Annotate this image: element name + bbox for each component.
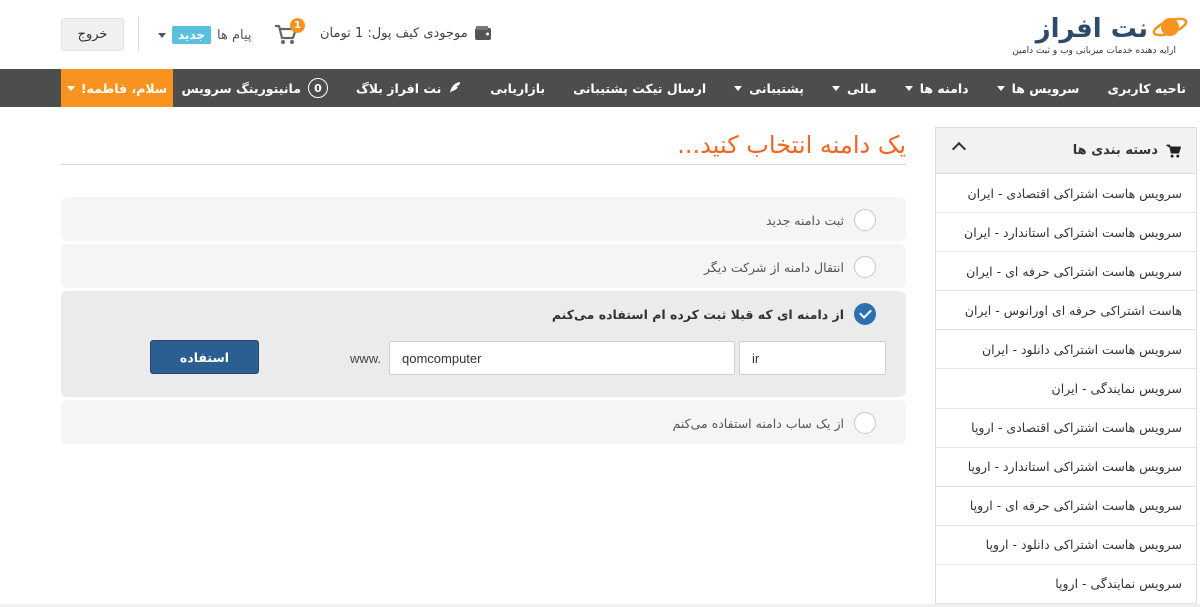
new-messages-badge: جدید bbox=[172, 26, 212, 44]
category-item[interactable]: سرویس هاست اشتراکی حرفه ای - اروپا bbox=[936, 487, 1196, 526]
nav-label: بازاریابی bbox=[490, 80, 546, 96]
nav-item-support[interactable]: پشتیبانی bbox=[720, 69, 818, 107]
chevron-down-icon bbox=[831, 85, 840, 91]
nav-item-affiliates[interactable]: بازاریابی bbox=[476, 69, 559, 107]
radio-register-domain[interactable] bbox=[854, 209, 876, 231]
nav-label: مالی bbox=[846, 80, 877, 96]
greeting-label: سلام، فاطمه! bbox=[80, 80, 168, 96]
wallet-label: موجودی کیف پول: 1 تومان bbox=[320, 25, 468, 41]
sidebar-title: دسته بندی ها bbox=[1072, 143, 1158, 158]
category-item[interactable]: سرویس هاست اشتراکی اقتصادی - ایران bbox=[936, 174, 1196, 214]
nav-label: نت افراز بلاگ bbox=[355, 80, 442, 96]
radio-own-domain-checked[interactable] bbox=[854, 303, 876, 325]
option-transfer-domain[interactable]: انتقال دامنه از شرکت دیگر bbox=[61, 244, 906, 288]
title-divider bbox=[61, 164, 906, 165]
nav-item-open-ticket[interactable]: ارسال تیکت پشتیبانی bbox=[559, 69, 720, 107]
monitoring-count-badge: 0 bbox=[307, 78, 328, 98]
chevron-down-icon bbox=[158, 32, 166, 38]
chevron-up-icon[interactable] bbox=[951, 141, 967, 157]
nav-item-client-area[interactable]: ناحیه کاربری bbox=[1093, 69, 1200, 107]
nav-label: ارسال تیکت پشتیبانی bbox=[573, 80, 707, 96]
wallet-balance[interactable]: موجودی کیف پول: 1 تومان bbox=[320, 25, 492, 41]
tld-input[interactable] bbox=[739, 341, 886, 375]
nav-label: ناحیه کاربری bbox=[1107, 80, 1186, 96]
category-item[interactable]: سرویس هاست اشتراکی دانلود - اروپا bbox=[936, 526, 1196, 565]
nav-item-billing[interactable]: مالی bbox=[818, 69, 891, 107]
cart-icon bbox=[1166, 144, 1181, 158]
nav-item-service-monitoring[interactable]: 0 مانیتورینگ سرویس bbox=[167, 69, 342, 107]
cart-button[interactable]: 1 bbox=[274, 18, 305, 46]
domain-name-input[interactable] bbox=[389, 341, 735, 375]
category-item[interactable]: سرویس هاست اشتراکی اقتصادی - اروپا bbox=[936, 409, 1196, 448]
nav-item-blog[interactable]: نت افراز بلاگ bbox=[342, 69, 476, 107]
messages-dropdown[interactable]: پیام ها جدید bbox=[158, 24, 252, 46]
nav-label: سرویس ها bbox=[1011, 80, 1080, 96]
messages-label: پیام ها bbox=[217, 27, 252, 43]
option-label: انتقال دامنه از شرکت دیگر bbox=[704, 259, 844, 275]
sidebar-header[interactable]: دسته بندی ها bbox=[936, 128, 1196, 174]
category-item[interactable]: سرویس نمایندگی - اروپا bbox=[936, 565, 1196, 605]
planet-logo-icon bbox=[1152, 17, 1188, 37]
option-label: ثبت دامنه جدید bbox=[765, 212, 844, 228]
category-item[interactable]: سرویس هاست اشتراکی استاندارد - اروپا bbox=[936, 448, 1196, 487]
feather-icon bbox=[450, 82, 461, 93]
category-item[interactable]: هاست اشتراکی حرفه ای اورانوس - ایران bbox=[936, 291, 1196, 331]
wallet-icon bbox=[474, 26, 491, 40]
account-menu-button[interactable]: سلام، فاطمه! bbox=[61, 69, 173, 107]
main-navbar: ناحیه کاربری سرویس ها دامنه ها مالی پشتی… bbox=[0, 69, 1200, 107]
category-item[interactable]: سرویس نمایندگی - ایران bbox=[936, 369, 1196, 409]
option-label: از دامنه ای که قبلا ثبت کرده ام استفاده … bbox=[551, 306, 844, 322]
site-logo[interactable]: نت افراز ارایه دهنده خدمات میزبانی وب و … bbox=[1008, 10, 1188, 58]
radio-subdomain[interactable] bbox=[854, 412, 876, 434]
category-item[interactable]: سرویس هاست اشتراکی حرفه ای - ایران bbox=[936, 252, 1196, 292]
option-label: از یک ساب دامنه استفاده می‌کنم bbox=[672, 415, 844, 431]
header-divider bbox=[138, 17, 139, 52]
option-subdomain[interactable]: از یک ساب دامنه استفاده می‌کنم bbox=[61, 400, 906, 444]
www-prefix-label: www. bbox=[350, 351, 382, 366]
chevron-down-icon bbox=[66, 85, 75, 91]
categories-sidebar: دسته بندی ها سرویس هاست اشتراکی اقتصادی … bbox=[935, 127, 1197, 607]
category-item[interactable]: سرویس هاست اشتراکی دانلود - ایران bbox=[936, 330, 1196, 370]
radio-transfer-domain[interactable] bbox=[854, 256, 876, 278]
chevron-down-icon bbox=[996, 85, 1005, 91]
chevron-down-icon bbox=[904, 85, 913, 91]
category-list: سرویس هاست اشتراکی اقتصادی - ایران سرویس… bbox=[936, 174, 1196, 605]
nav-item-domains[interactable]: دامنه ها bbox=[891, 69, 983, 107]
category-item[interactable]: سرویس هاست اشتراکی استاندارد - ایران bbox=[936, 213, 1196, 253]
use-domain-button[interactable]: استفاده bbox=[150, 340, 259, 374]
chevron-down-icon bbox=[734, 85, 743, 91]
page-title: یک دامنه انتخاب کنید... bbox=[677, 131, 906, 159]
site-header: نت افراز ارایه دهنده خدمات میزبانی وب و … bbox=[0, 0, 1200, 69]
option-register-domain[interactable]: ثبت دامنه جدید bbox=[61, 197, 906, 241]
cart-count-badge: 1 bbox=[290, 18, 305, 33]
nav-item-services[interactable]: سرویس ها bbox=[983, 69, 1094, 107]
logo-subtitle: ارایه دهنده خدمات میزبانی وب و ثبت دامین bbox=[1012, 46, 1176, 56]
logout-button[interactable]: خروج bbox=[61, 18, 124, 51]
nav-label: مانیتورینگ سرویس bbox=[181, 80, 301, 96]
nav-label: دامنه ها bbox=[919, 80, 969, 96]
nav-label: پشتیبانی bbox=[749, 80, 804, 96]
logo-text: نت افراز bbox=[1035, 14, 1148, 44]
